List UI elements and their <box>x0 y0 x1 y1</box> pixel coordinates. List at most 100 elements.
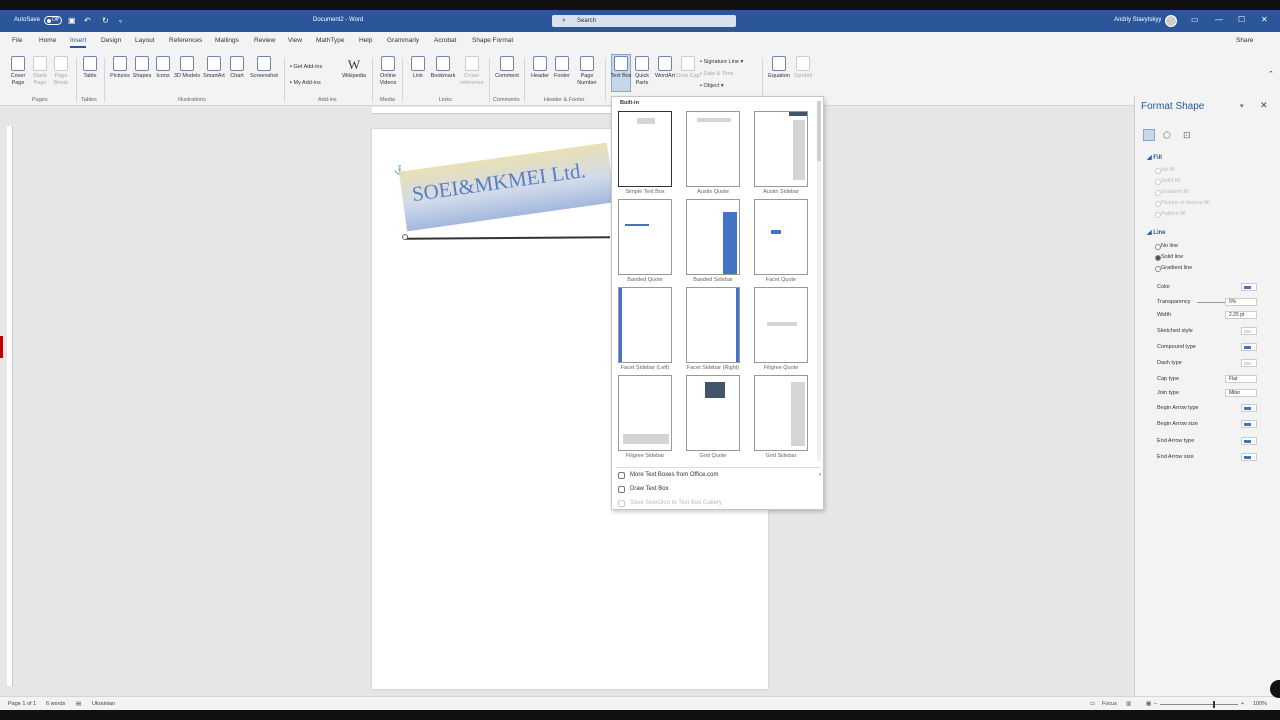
proofing-icon[interactable]: ▤ <box>76 701 81 707</box>
begin-arrow-type-dropdown[interactable] <box>1241 404 1257 412</box>
vertical-ruler[interactable] <box>7 126 13 686</box>
fill-line-icon[interactable] <box>1143 129 1155 141</box>
maximize-icon[interactable]: ☐ <box>1238 15 1245 24</box>
begin-arrow-size-dropdown[interactable] <box>1241 420 1257 428</box>
date-time-button[interactable]: ▪ Date & Time <box>700 71 734 77</box>
redo-icon[interactable]: ↻ <box>102 16 109 25</box>
end-arrow-type-dropdown[interactable] <box>1241 437 1257 445</box>
focus-icon[interactable]: ▭ <box>1090 701 1095 707</box>
print-layout-icon[interactable]: ▦ <box>1146 701 1151 707</box>
fill-option-picture[interactable]: Picture or texture fill <box>1155 200 1210 207</box>
my-addins-button[interactable]: ▪ My Add-ins <box>290 80 321 86</box>
gallery-item-grid-quote[interactable]: Grid Quote <box>686 375 740 459</box>
page-number-button[interactable]: Page Number <box>573 56 601 87</box>
avatar[interactable] <box>1165 15 1177 27</box>
zoom-in-icon[interactable]: + <box>1241 701 1244 707</box>
gallery-item-banded-sidebar[interactable]: Banded Sidebar <box>686 199 740 283</box>
ribbon-scroll-icon[interactable]: ⌃ <box>1268 70 1274 78</box>
fill-option-none[interactable]: No fill <box>1155 167 1175 174</box>
zoom-thumb[interactable] <box>1213 701 1215 708</box>
customize-qat-icon[interactable]: ▿ <box>119 18 122 25</box>
signature-line-button[interactable]: ▪ Signature Line ▾ <box>700 59 743 65</box>
tab-references[interactable]: References <box>169 37 202 44</box>
minimize-icon[interactable]: — <box>1215 15 1223 24</box>
chart-button[interactable]: Chart <box>223 56 251 80</box>
tab-view[interactable]: View <box>288 37 302 44</box>
line-handle[interactable] <box>402 234 408 240</box>
gallery-item-grid-sidebar[interactable]: Grid Sidebar <box>754 375 808 459</box>
gallery-item-filigree-sidebar[interactable]: Filigree Sidebar <box>618 375 672 459</box>
read-mode-icon[interactable]: ▥ <box>1126 701 1131 707</box>
comment-button[interactable]: Comment <box>492 56 522 80</box>
tab-grammarly[interactable]: Grammarly <box>387 37 419 44</box>
zoom-out-icon[interactable]: – <box>1154 701 1157 707</box>
gallery-item-facet-sidebar-left[interactable]: Facet Sidebar (Left) <box>618 287 672 371</box>
drop-cap-button[interactable]: Drop Cap <box>674 56 702 80</box>
gallery-item-simple-text-box[interactable]: Simple Text Box <box>618 111 672 195</box>
cross-reference-button[interactable]: Cross-reference <box>457 56 487 87</box>
user-name[interactable]: Andriy Stavytskyy <box>1114 17 1161 23</box>
page-count[interactable]: Page 1 of 1 <box>8 701 36 707</box>
cap-type-dropdown[interactable]: Flat <box>1225 375 1257 383</box>
fill-section[interactable]: ◢ Fill <box>1147 154 1162 161</box>
effects-icon[interactable]: ⬠ <box>1163 129 1175 141</box>
pane-options-icon[interactable]: ▾ <box>1240 102 1244 110</box>
3d-models-button[interactable]: 3D Models <box>173 56 201 80</box>
fill-option-pattern[interactable]: Pattern fill <box>1155 211 1185 218</box>
save-selection-item[interactable]: Save Selection to Text Box Gallery <box>612 497 825 510</box>
tab-design[interactable]: Design <box>101 37 121 44</box>
share-button[interactable]: Share <box>1236 37 1253 44</box>
wikipedia-button[interactable]: W Wikipedia <box>340 56 368 80</box>
transparency-slider[interactable] <box>1197 302 1225 303</box>
line-option-solid[interactable]: Solid line <box>1155 254 1183 261</box>
close-icon[interactable]: ✕ <box>1261 15 1268 24</box>
gallery-item-banded-quote[interactable]: Banded Quote <box>618 199 672 283</box>
fill-option-solid[interactable]: Solid fill <box>1155 178 1180 185</box>
pane-close-icon[interactable]: ✕ <box>1260 100 1268 111</box>
gallery-item-facet-quote[interactable]: Facet Quote <box>754 199 808 283</box>
tab-mathtype[interactable]: MathType <box>316 37 345 44</box>
color-picker[interactable] <box>1241 283 1257 291</box>
word-count[interactable]: 6 words <box>46 701 65 707</box>
table-button[interactable]: Table <box>76 56 104 80</box>
document-area[interactable]: ⚓ SOEI&MKMEI Ltd. <box>0 106 1134 696</box>
tab-layout[interactable]: Layout <box>135 37 155 44</box>
autosave-toggle[interactable]: Off <box>44 16 62 25</box>
gallery-item-filigree-quote[interactable]: Filigree Quote <box>754 287 808 371</box>
draw-text-box-item[interactable]: Draw Text Box <box>612 483 825 496</box>
symbol-button[interactable]: Symbol <box>789 56 817 80</box>
tab-help[interactable]: Help <box>359 37 372 44</box>
undo-icon[interactable]: ↶ <box>84 16 91 25</box>
line-section[interactable]: ◢ Line <box>1147 229 1166 236</box>
line-shape[interactable] <box>404 236 611 240</box>
end-arrow-size-dropdown[interactable] <box>1241 453 1257 461</box>
tab-review[interactable]: Review <box>254 37 275 44</box>
gallery-item-austin-quote[interactable]: Austin Quote <box>686 111 740 195</box>
save-icon[interactable]: ▣ <box>68 16 76 25</box>
page-break-button[interactable]: Page Break <box>47 56 75 87</box>
gallery-item-austin-sidebar[interactable]: Austin Sidebar <box>754 111 808 195</box>
line-option-gradient[interactable]: Gradient line <box>1155 265 1192 272</box>
tab-file[interactable]: File <box>12 37 22 44</box>
width-input[interactable]: 2.25 pt <box>1225 311 1257 319</box>
search-input[interactable]: ⌕ Search <box>552 15 736 27</box>
bookmark-button[interactable]: Bookmark <box>428 56 458 80</box>
tab-acrobat[interactable]: Acrobat <box>434 37 456 44</box>
more-text-boxes-item[interactable]: More Text Boxes from Office.com › <box>612 469 825 482</box>
focus-button[interactable]: Focus <box>1102 701 1117 707</box>
tab-shape-format[interactable]: Shape Format <box>472 37 513 44</box>
language-indicator[interactable]: Ukrainian <box>92 701 115 707</box>
fill-option-gradient[interactable]: Gradient fill <box>1155 189 1189 196</box>
zoom-slider[interactable] <box>1160 704 1238 705</box>
gallery-item-facet-sidebar-right[interactable]: Facet Sidebar (Right) <box>686 287 740 371</box>
screenshot-button[interactable]: Screenshot <box>250 56 278 80</box>
line-option-none[interactable]: No line <box>1155 243 1178 250</box>
get-addins-button[interactable]: ▪ Get Add-ins <box>290 64 322 70</box>
tab-home[interactable]: Home <box>39 37 56 44</box>
sketched-style-dropdown[interactable] <box>1241 327 1257 335</box>
gallery-scrollbar[interactable] <box>817 101 821 461</box>
dash-type-dropdown[interactable] <box>1241 359 1257 367</box>
join-type-dropdown[interactable]: Miter <box>1225 389 1257 397</box>
tab-mailings[interactable]: Mailings <box>215 37 239 44</box>
footer-button[interactable]: Footer <box>548 56 576 80</box>
